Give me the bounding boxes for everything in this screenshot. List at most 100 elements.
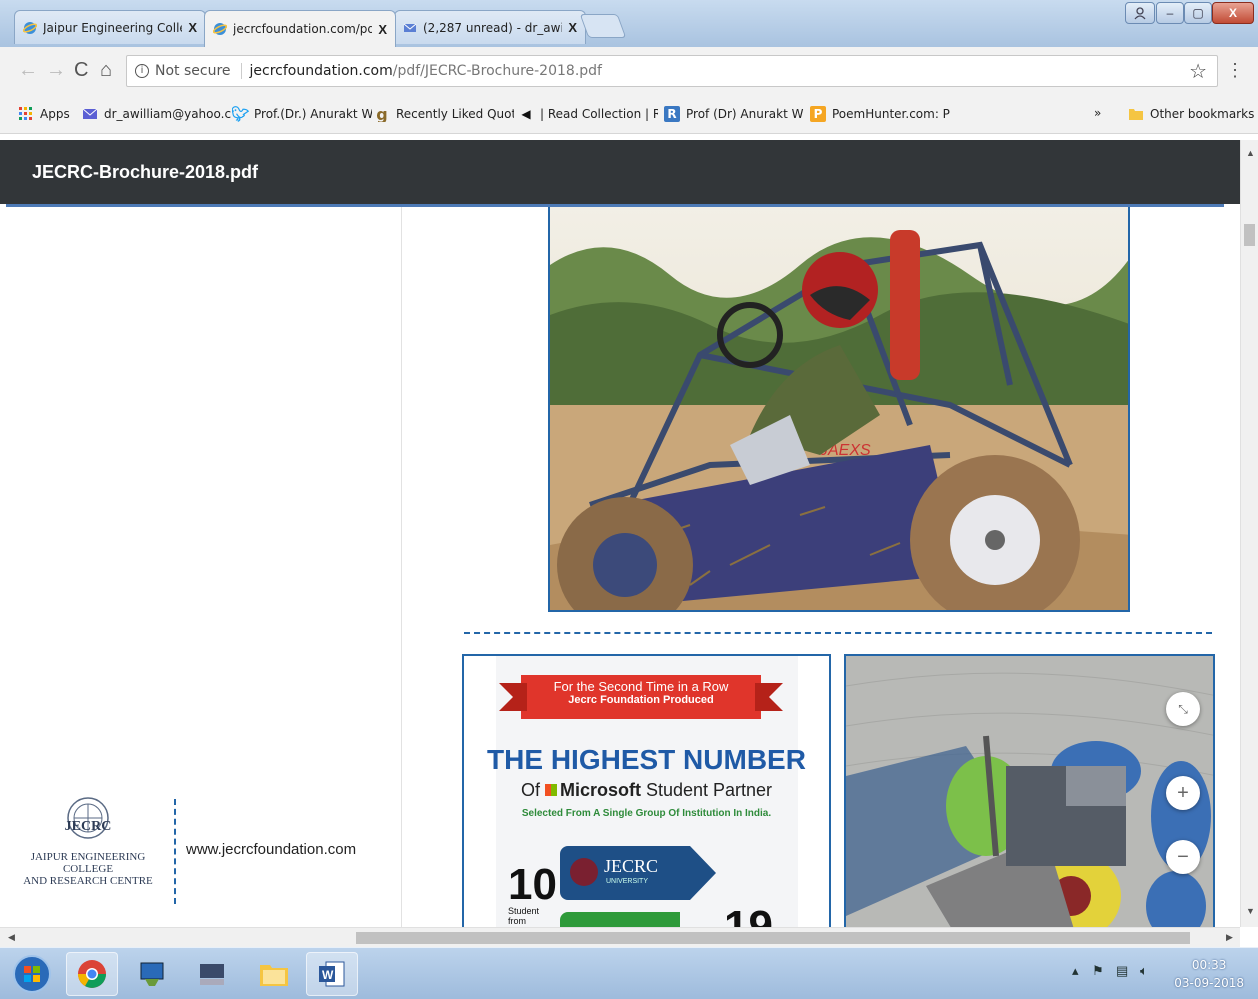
home-icon[interactable]: ⌂ <box>100 59 112 82</box>
system-clock[interactable]: 00:33 03-09-2018 <box>1174 956 1244 992</box>
jecrc-university-banner: JECRC UNIVERSITY <box>560 846 690 900</box>
robot-illustration <box>846 656 1213 927</box>
fit-page-icon[interactable]: ⤡ <box>1166 692 1200 726</box>
bookmark-read-collection[interactable]: ◀ | Read Collection | Re <box>518 106 658 122</box>
banner-arrow <box>690 846 716 900</box>
buggy-illustration: JAEXS <box>550 207 1128 610</box>
tab-close-icon[interactable]: X <box>378 22 387 37</box>
green-banner <box>560 912 680 927</box>
zoom-in-button[interactable]: + <box>1166 776 1200 810</box>
bookmarks-overflow-chevron-icon[interactable]: » <box>1094 106 1101 120</box>
keyboard-icon[interactable] <box>186 952 238 996</box>
vertical-scroll-thumb[interactable] <box>1244 224 1255 246</box>
vertical-scrollbar[interactable]: ▲ ▼ <box>1240 140 1258 927</box>
chrome-icon[interactable] <box>66 952 118 996</box>
mail-icon <box>82 106 98 122</box>
tab-jaipur-engineering[interactable]: Jaipur Engineering Colleg X <box>14 10 206 44</box>
bookmark-prof-profile[interactable]: R Prof (Dr) Anurakt Wil <box>664 106 804 122</box>
subline-prefix: Of <box>520 780 545 800</box>
word-icon[interactable]: W <box>306 952 358 996</box>
university-sub: UNIVERSITY <box>606 878 649 885</box>
bookmark-yahoo-mail[interactable]: dr_awilliam@yahoo.c <box>82 106 232 122</box>
folder-icon <box>1128 106 1144 122</box>
jecrc-logo: JECRC JAIPUR ENGINEERING COLLEGE AND RES… <box>8 792 168 897</box>
remote-desktop-icon[interactable] <box>126 952 178 996</box>
scroll-up-arrow-icon[interactable]: ▲ <box>1246 148 1255 158</box>
volume-icon[interactable]: 🔈︎ <box>1140 963 1148 979</box>
scroll-right-arrow-icon[interactable]: ▶ <box>1226 932 1233 943</box>
network-icon[interactable]: ▤ <box>1116 963 1128 979</box>
tab-close-icon[interactable]: X <box>188 20 197 35</box>
maximize-button[interactable]: ▢ <box>1184 2 1212 24</box>
bookmark-label: PoemHunter.com: Po <box>832 107 950 121</box>
ie-icon <box>23 21 37 34</box>
security-label: Not secure <box>155 63 231 79</box>
bookmark-apps[interactable]: Apps <box>18 106 70 122</box>
tab-jecrc-pdf[interactable]: jecrcfoundation.com/pdf X <box>204 10 396 47</box>
url-host: jecrcfoundation.com <box>249 63 393 79</box>
count-left-label-1: Student <box>508 906 540 916</box>
msp-flyer: For the Second Time in a Row Jecrc Found… <box>462 654 831 927</box>
microsoft-logo-icon <box>544 784 557 796</box>
address-bar[interactable]: i Not secure jecrcfoundation.com/pdf/JEC… <box>126 55 1218 87</box>
poemhunter-icon: P <box>810 106 826 122</box>
start-orb-icon[interactable] <box>6 952 58 996</box>
twitter-icon: 🐦︎ <box>232 106 250 122</box>
security-indicator[interactable]: i Not secure <box>127 63 242 79</box>
file-explorer-icon[interactable] <box>248 952 300 996</box>
bookmark-poemhunter[interactable]: P PoemHunter.com: Po <box>810 106 950 122</box>
bookmark-label: Prof.(Dr.) Anurakt Wil <box>254 107 372 121</box>
subline-brand: Microsoft <box>559 780 641 800</box>
clock-date: 03-09-2018 <box>1174 976 1244 990</box>
tab-title: Jaipur Engineering Colleg <box>43 20 183 35</box>
tab-mail-inbox[interactable]: (2,287 unread) - dr_awillia X <box>394 10 586 44</box>
pdf-viewport[interactable]: JECRC JAIPUR ENGINEERING COLLEGE AND RES… <box>0 207 1240 927</box>
close-window-button[interactable]: X <box>1212 2 1254 24</box>
college-name-line1: JAIPUR ENGINEERING COLLEGE <box>30 851 146 875</box>
bookmark-label: Apps <box>40 107 70 121</box>
url-path: /pdf/JECRC-Brochure-2018.pdf <box>392 63 602 79</box>
tab-title: jecrcfoundation.com/pdf <box>233 22 373 36</box>
scroll-down-arrow-icon[interactable]: ▼ <box>1246 906 1255 916</box>
back-arrow-icon[interactable]: ← <box>18 59 38 82</box>
tab-close-icon[interactable]: X <box>568 20 577 35</box>
subline-suffix: Student Partner <box>640 780 773 800</box>
new-tab-button[interactable] <box>579 14 627 38</box>
scroll-left-arrow-icon[interactable]: ◀ <box>8 932 15 943</box>
horizontal-scroll-thumb[interactable] <box>356 932 1190 944</box>
bookmarks-bar: Apps dr_awilliam@yahoo.c 🐦︎ Prof.(Dr.) A… <box>0 97 1258 134</box>
count-right: 19 <box>724 902 773 927</box>
pdf-toolbar: JECRC-Brochure-2018.pdf <box>0 140 1240 207</box>
bookmark-label: | Read Collection | Re <box>540 107 658 121</box>
taskbar: W ▴ ⚑ ▤ 🔈︎ 00:33 03-09-2018 <box>0 947 1258 999</box>
info-icon: i <box>135 64 149 78</box>
action-center-icon[interactable]: ⚑ <box>1092 963 1104 979</box>
horizontal-scrollbar[interactable]: ◀ ▶ <box>0 927 1240 947</box>
bookmark-star-icon[interactable]: ☆ <box>1189 59 1207 83</box>
minimize-button[interactable]: – <box>1156 2 1184 24</box>
bookmark-twitter-profile[interactable]: 🐦︎ Prof.(Dr.) Anurakt Wil <box>232 106 372 122</box>
count-left-label: Student from <box>508 906 539 926</box>
forward-arrow-icon[interactable]: → <box>46 59 66 82</box>
robot-photo: ⤡ + − <box>844 654 1215 927</box>
zoom-out-button[interactable]: − <box>1166 840 1200 874</box>
pdf-page-right: JAEXS For the Second Time in a Row Jecrc… <box>402 207 1240 927</box>
svg-text:W: W <box>322 968 334 982</box>
tab-strip: Jaipur Engineering Colleg X jecrcfoundat… <box>0 0 1258 47</box>
ribbon-line1: For the Second Time in a Row <box>553 679 729 694</box>
user-icon[interactable] <box>1125 2 1155 24</box>
bookmark-other-bookmarks[interactable]: Other bookmarks <box>1128 106 1254 122</box>
pdf-page-left: JECRC JAIPUR ENGINEERING COLLEGE AND RES… <box>0 207 402 927</box>
tab-title: (2,287 unread) - dr_awillia <box>423 20 562 35</box>
reload-icon[interactable]: C <box>74 59 88 82</box>
bookmark-label: dr_awilliam@yahoo.c <box>104 107 232 121</box>
bookmark-goodreads[interactable]: g Recently Liked Quote <box>374 106 514 122</box>
pdf-title: JECRC-Brochure-2018.pdf <box>32 162 259 182</box>
university-crest-icon <box>570 858 598 886</box>
menu-kebab-icon[interactable]: ⋮ <box>1226 60 1244 81</box>
bookmark-label: Prof (Dr) Anurakt Wil <box>686 107 804 121</box>
bookmark-label: Recently Liked Quote <box>396 107 514 121</box>
tray-expand-icon[interactable]: ▴ <box>1072 963 1079 979</box>
ie-icon <box>213 23 227 35</box>
clock-time: 00:33 <box>1191 958 1227 972</box>
